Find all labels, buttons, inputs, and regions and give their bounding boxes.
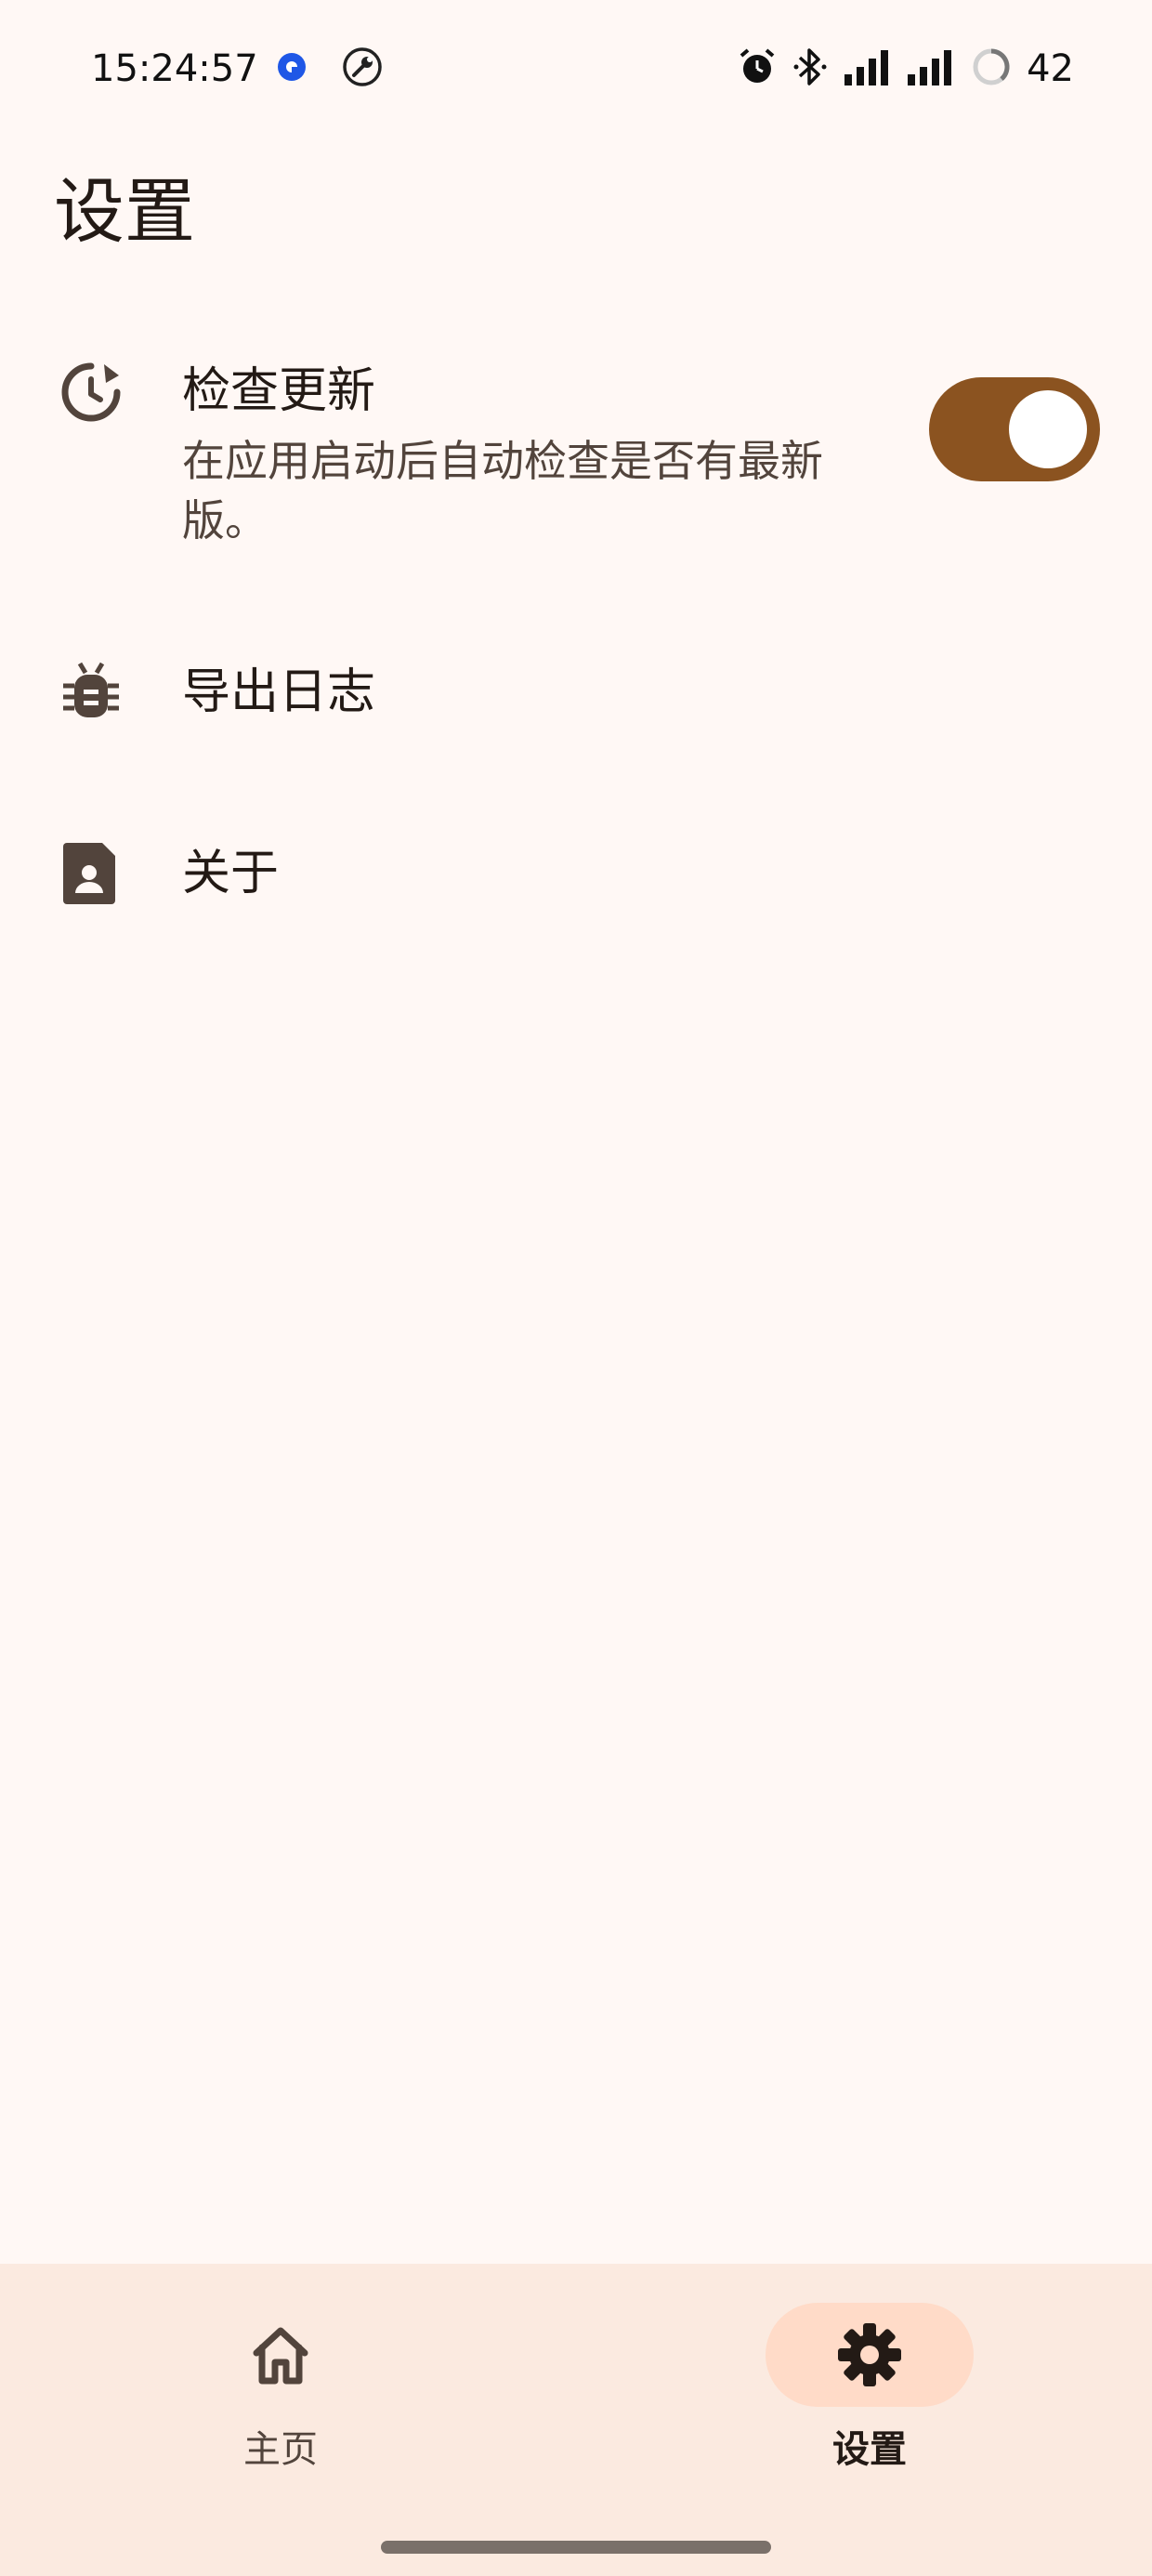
notification-icons — [275, 46, 383, 91]
setting-title: 导出日志 — [182, 664, 376, 720]
check-updates-toggle[interactable] — [929, 377, 1100, 481]
contact-card-icon — [59, 839, 123, 904]
gear-icon — [836, 2321, 903, 2388]
toggle-thumb — [1009, 390, 1087, 468]
setting-title: 关于 — [182, 846, 280, 901]
chat-bubble-icon — [275, 50, 308, 87]
battery-ring-icon — [971, 46, 1012, 91]
setting-subtitle: 在应用启动后自动检查是否有最新版。 — [182, 436, 823, 545]
bug-icon — [59, 660, 123, 723]
setting-export-logs[interactable]: 导出日志 — [0, 651, 1152, 753]
page-title: 设置 — [54, 170, 195, 253]
alarm-icon — [737, 46, 778, 91]
update-history-icon — [59, 361, 123, 424]
bottom-navigation: 主页 设置 — [0, 2264, 1152, 2576]
status-bar: 15:24:57 42 — [0, 0, 1152, 139]
nav-item-home[interactable]: 主页 — [113, 2264, 448, 2524]
nav-label-settings: 设置 — [832, 2428, 907, 2471]
signal-icon — [908, 48, 956, 89]
nav-label-home: 主页 — [243, 2428, 318, 2471]
bluetooth-icon — [792, 46, 830, 91]
setting-title: 检查更新 — [182, 363, 376, 419]
setting-about[interactable]: 关于 — [0, 832, 1152, 934]
home-icon — [247, 2321, 314, 2388]
wrench-icon — [342, 46, 383, 91]
nav-item-settings[interactable]: 设置 — [702, 2264, 1037, 2524]
signal-icon — [844, 48, 893, 89]
system-status-icons: 42 — [737, 45, 1074, 93]
status-time: 15:24:57 — [91, 47, 258, 90]
gesture-bar[interactable] — [381, 2541, 771, 2554]
battery-level: 42 — [1027, 47, 1074, 90]
